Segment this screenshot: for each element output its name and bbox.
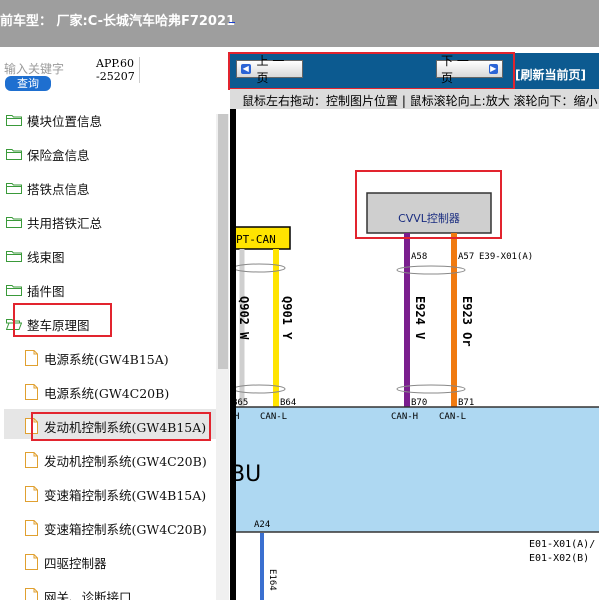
- diagram-viewer[interactable]: PT-CAN CVVL控制器 A58 A57 E39-X01(A) Q902 W…: [230, 109, 599, 600]
- tree-child-item[interactable]: 电源系统(GW4C20B): [25, 381, 169, 403]
- app-version: APP.60-25207: [96, 57, 140, 83]
- sidebar-item-schematic[interactable]: 整车原理图: [6, 313, 90, 335]
- sidebar-item-label: 插件图: [27, 283, 65, 299]
- connector-label: E01-X02(B): [529, 553, 589, 564]
- tree-child-item[interactable]: 发动机控制系统(GW4C20B): [25, 449, 207, 471]
- search-button[interactable]: 查询: [5, 76, 51, 91]
- file-icon: [25, 418, 38, 434]
- tree-child-item[interactable]: 网关、诊断接口: [25, 585, 132, 600]
- folder-icon: [6, 217, 22, 228]
- prev-page-label: 上 一 页: [256, 54, 285, 85]
- tree-child-label: 发动机控制系统(GW4C20B): [44, 453, 207, 469]
- ecu-label: BU: [236, 462, 261, 487]
- pt-can-label: PT-CAN: [236, 233, 276, 246]
- hint-bar: 鼠标左右拖动：控制图片位置 | 鼠标滚轮向上:放大 滚轮向下：缩小: [230, 89, 599, 109]
- sidebar-scrollbar-thumb[interactable]: [218, 114, 228, 369]
- tree-child-label: 四驱控制器: [44, 555, 107, 571]
- can-label: CAN-H: [391, 412, 418, 422]
- tree-child-label: 电源系统(GW4C20B): [44, 385, 170, 401]
- arrow-right-icon: ▶: [488, 64, 498, 74]
- tree-child-label: 变速箱控制系统(GW4B15A): [44, 487, 207, 503]
- wire-label: E924 V: [413, 296, 427, 339]
- hint-text: 鼠标左右拖动：控制图片位置 | 鼠标滚轮向上:放大 滚轮向下：缩小: [242, 94, 598, 108]
- file-icon: [25, 588, 38, 600]
- wiring-diagram[interactable]: PT-CAN CVVL控制器 A58 A57 E39-X01(A) Q902 W…: [236, 109, 599, 600]
- folder-icon: [6, 115, 22, 126]
- folder-icon: [6, 183, 22, 194]
- file-icon: [25, 452, 38, 468]
- folder-icon: [6, 285, 22, 296]
- pin-label: A24: [254, 520, 270, 530]
- sidebar-item-connector[interactable]: 插件图: [6, 279, 65, 301]
- wire-label: Q902 W: [237, 296, 251, 340]
- file-icon: [25, 520, 38, 536]
- prev-page-button[interactable]: ◀ 上 一 页: [236, 54, 303, 85]
- sidebar-scrollbar[interactable]: [216, 114, 229, 600]
- sidebar-item-fuse-box[interactable]: 保险盒信息: [6, 143, 90, 165]
- next-page-button[interactable]: 下 一 页 ▶: [436, 54, 503, 85]
- sidebar-item-label: 保险盒信息: [27, 147, 90, 163]
- can-label: CAN-L: [439, 412, 466, 422]
- connector-label: E39-X01(A): [479, 252, 533, 262]
- sidebar-item-shared-ground[interactable]: 共用搭铁汇总: [6, 211, 102, 233]
- wire-label: Q901 Y: [280, 296, 294, 340]
- folder-icon: [6, 251, 22, 262]
- file-icon: [25, 554, 38, 570]
- sidebar-item-label: 共用搭铁汇总: [27, 215, 103, 231]
- file-icon: [25, 486, 38, 502]
- tree-child-item-selected[interactable]: 发动机控制系统(GW4B15A): [25, 415, 206, 437]
- vehicle-title: 前车型： 厂家:C-长城汽车哈弗F72021: [0, 14, 236, 29]
- pin-label: A57: [458, 252, 474, 262]
- header-link[interactable]: [229, 9, 235, 23]
- can-label: CAN-L: [260, 412, 287, 422]
- connector-label: E01-X01(A)/: [529, 539, 595, 550]
- top-header: 前车型： 厂家:C-长城汽车哈弗F72021: [0, 0, 599, 47]
- next-page-label: 下 一 页: [441, 54, 469, 85]
- sidebar-item-label: 模块位置信息: [27, 113, 103, 129]
- wire-label: E164: [267, 569, 277, 591]
- sidebar-item-label: 线束图: [27, 249, 65, 265]
- tree-child-item[interactable]: 电源系统(GW4B15A): [25, 347, 169, 369]
- pin-label: A58: [411, 252, 427, 262]
- refresh-page-link[interactable]: [刷新当前页]: [515, 66, 586, 83]
- wire-label: E923 Or: [460, 296, 474, 347]
- tree-child-item[interactable]: 变速箱控制系统(GW4C20B): [25, 517, 207, 539]
- sidebar-item-label: 搭铁点信息: [27, 181, 90, 197]
- file-icon: [25, 350, 38, 366]
- sidebar-item-harness[interactable]: 线束图: [6, 245, 65, 267]
- tree-child-label: 网关、诊断接口: [44, 589, 132, 600]
- tree-child-item[interactable]: 四驱控制器: [25, 551, 107, 573]
- pin-label: H: [236, 412, 239, 422]
- ecu-block[interactable]: [236, 406, 599, 533]
- tree-child-label: 变速箱控制系统(GW4C20B): [44, 521, 207, 537]
- arrow-left-icon: ◀: [241, 64, 251, 74]
- tree-child-item[interactable]: 变速箱控制系统(GW4B15A): [25, 483, 206, 505]
- page-toolbar: ◀ 上 一 页 下 一 页 ▶ [刷新当前页]: [230, 53, 599, 89]
- cvvl-module-label: CVVL控制器: [398, 211, 460, 225]
- folder-icon: [6, 149, 22, 160]
- sidebar-item-ground-points[interactable]: 搭铁点信息: [6, 177, 90, 199]
- sidebar-item-label: 整车原理图: [27, 317, 90, 333]
- folder-open-icon: [6, 319, 22, 330]
- file-icon: [25, 384, 38, 400]
- sidebar: 查询 APP.60-25207 模块位置信息 保险盒信息 搭铁点信息 共用搭铁汇…: [0, 47, 230, 600]
- sidebar-item-module-location[interactable]: 模块位置信息: [6, 109, 102, 131]
- tree-child-label: 电源系统(GW4B15A): [44, 351, 169, 367]
- tree-child-label: 发动机控制系统(GW4B15A): [44, 419, 207, 435]
